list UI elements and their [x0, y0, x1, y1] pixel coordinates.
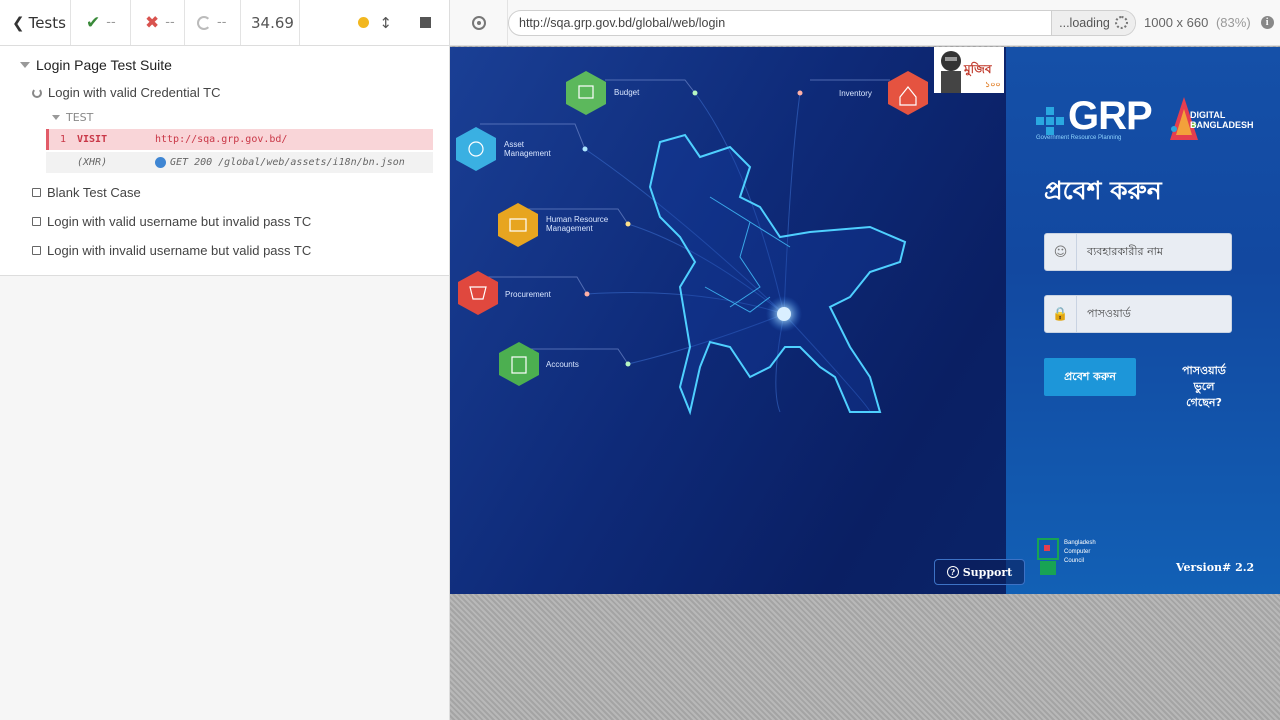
- support-label: Support: [962, 565, 1013, 579]
- running-indicator-icon: [358, 17, 370, 28]
- command-message: http://sqa.grp.gov.bd/: [155, 134, 288, 145]
- loading-indicator: ...loading: [1051, 10, 1135, 35]
- password-field[interactable]: 🔒 পাসওয়ার্ড: [1044, 295, 1232, 333]
- hook-label: TEST: [66, 110, 94, 124]
- command-row[interactable]: (XHR) GET 200 /global/web/assets/i18n/bn…: [46, 152, 433, 173]
- runnables: Login Page Test Suite Login with valid C…: [0, 46, 449, 276]
- app-preview: http://sqa.grp.gov.bd/global/web/login .…: [450, 0, 1280, 720]
- caret-down-icon: [20, 62, 30, 68]
- suite-title[interactable]: Login Page Test Suite: [0, 52, 449, 78]
- test-reporter: ❮ Tests ✔ -- ✖ -- -- 34.69 ↕ Login Page …: [0, 0, 450, 720]
- xhr-status-icon: [155, 157, 166, 168]
- loading-label: ...loading: [1059, 15, 1110, 30]
- module-budget[interactable]: Budget: [614, 88, 639, 97]
- grp-logo-text: GRP: [1068, 94, 1153, 138]
- failed-count: --: [165, 15, 175, 30]
- test-title: Login with valid Credential TC: [48, 85, 221, 100]
- mujib-text: মুজিব: [964, 62, 992, 76]
- login-button[interactable]: প্রবেশ করুন: [1044, 358, 1136, 396]
- stop-icon[interactable]: [420, 17, 431, 28]
- test-title: Login with invalid username but valid pa…: [47, 243, 312, 258]
- pending-box-icon: [32, 188, 41, 197]
- map-illustration: [456, 71, 928, 416]
- circle-icon: [197, 15, 211, 30]
- test-title: Blank Test Case: [47, 185, 141, 200]
- running-icon: [32, 87, 42, 98]
- bcc-icon: [1037, 538, 1059, 575]
- support-button[interactable]: ? Support: [934, 559, 1025, 585]
- header-controls: ↕: [300, 0, 449, 45]
- viewport-info: 1000 x 660 (83%): [1144, 15, 1251, 30]
- tests-back-button[interactable]: ❮ Tests: [0, 0, 71, 45]
- failed-stat: ✖ --: [131, 0, 185, 45]
- mujib-100-logo: মুজিব ১০০: [934, 47, 1004, 93]
- lock-icon: 🔒: [1045, 296, 1077, 332]
- login-panel: GRP Government Resource Planning DIGITAL…: [1006, 47, 1280, 594]
- command-message: GET 200 /global/web/assets/i18n/bn.json: [170, 157, 405, 168]
- module-asset-management[interactable]: Asset Management: [504, 140, 564, 158]
- module-procurement[interactable]: Procurement: [505, 290, 551, 299]
- tests-label: Tests: [28, 13, 66, 32]
- test-item[interactable]: Login with invalid username but valid pa…: [0, 236, 449, 265]
- command-name: VISIT: [77, 134, 108, 145]
- module-human-resource[interactable]: Human Resource Management: [546, 215, 618, 233]
- digital-bangladesh-text: DIGITAL BANGLADESH: [1190, 110, 1254, 130]
- passed-stat: ✔ --: [71, 0, 131, 45]
- aut-iframe: Budget Inventory Asset Management Human …: [450, 47, 1280, 594]
- chevron-left-icon: ❮: [12, 13, 25, 32]
- auto-scroll-icon[interactable]: ↕: [379, 14, 392, 32]
- test-title: Login with valid username but invalid pa…: [47, 214, 312, 229]
- url-input[interactable]: http://sqa.grp.gov.bd/global/web/login .…: [508, 9, 1136, 36]
- bcc-logo: Bangladesh Computer Council: [1036, 537, 1104, 577]
- viewport-size: 1000 x 660: [1144, 15, 1209, 30]
- grp-subtitle: Government Resource Planning: [1036, 135, 1122, 141]
- pending-box-icon: [32, 246, 41, 255]
- command-name: (XHR): [77, 157, 108, 168]
- pending-stat: --: [185, 0, 241, 45]
- check-icon: ✔: [86, 12, 101, 33]
- command-row[interactable]: 1 VISIT http://sqa.grp.gov.bd/: [46, 129, 433, 150]
- test-item[interactable]: Login with valid username but invalid pa…: [0, 207, 449, 236]
- version-label: Version# 2.2: [1176, 561, 1255, 574]
- crosshair-icon: [471, 15, 486, 30]
- caret-down-icon: [52, 114, 60, 120]
- grp-squares-icon: [1036, 107, 1064, 135]
- module-inventory[interactable]: Inventory: [839, 89, 872, 98]
- password-placeholder: পাসওয়ার্ড: [1087, 306, 1131, 320]
- url-text: http://sqa.grp.gov.bd/global/web/login: [519, 15, 726, 30]
- hook-header[interactable]: TEST: [0, 107, 449, 127]
- passed-count: --: [106, 15, 116, 30]
- pending-box-icon: [32, 217, 41, 226]
- spinner-icon: [1114, 16, 1128, 29]
- forgot-password-link[interactable]: পাসওয়ার্ড ভুলে গেছেন?: [1174, 363, 1234, 411]
- login-title: প্রবেশ করুন: [1044, 176, 1162, 205]
- command-number: 1: [59, 134, 67, 145]
- help-icon: ?: [946, 566, 959, 578]
- user-icon: ☺: [1045, 234, 1077, 270]
- x-icon: ✖: [145, 12, 160, 33]
- viewport-scale: (83%): [1215, 15, 1251, 30]
- test-item[interactable]: Login with valid Credential TC: [0, 78, 449, 107]
- username-field[interactable]: ☺ ব্যবহারকারীর নাম: [1044, 233, 1232, 271]
- info-icon[interactable]: i: [1260, 16, 1274, 29]
- selector-playground-button[interactable]: [450, 0, 508, 46]
- url-bar: http://sqa.grp.gov.bd/global/web/login .…: [450, 0, 1280, 46]
- bcc-text: Bangladesh Computer Council: [1064, 540, 1096, 564]
- pending-count: --: [217, 15, 227, 30]
- duration: 34.69: [241, 0, 300, 45]
- mujib-number: ১০০: [985, 80, 1001, 89]
- portrait-icon: [941, 51, 961, 93]
- username-placeholder: ব্যবহারকারীর নাম: [1087, 244, 1163, 258]
- test-item[interactable]: Blank Test Case: [0, 178, 449, 207]
- grp-logo: GRP: [1036, 94, 1153, 138]
- suite-title-text: Login Page Test Suite: [36, 57, 172, 73]
- module-accounts[interactable]: Accounts: [546, 360, 579, 369]
- reporter-header: ❮ Tests ✔ -- ✖ -- -- 34.69 ↕: [0, 0, 449, 46]
